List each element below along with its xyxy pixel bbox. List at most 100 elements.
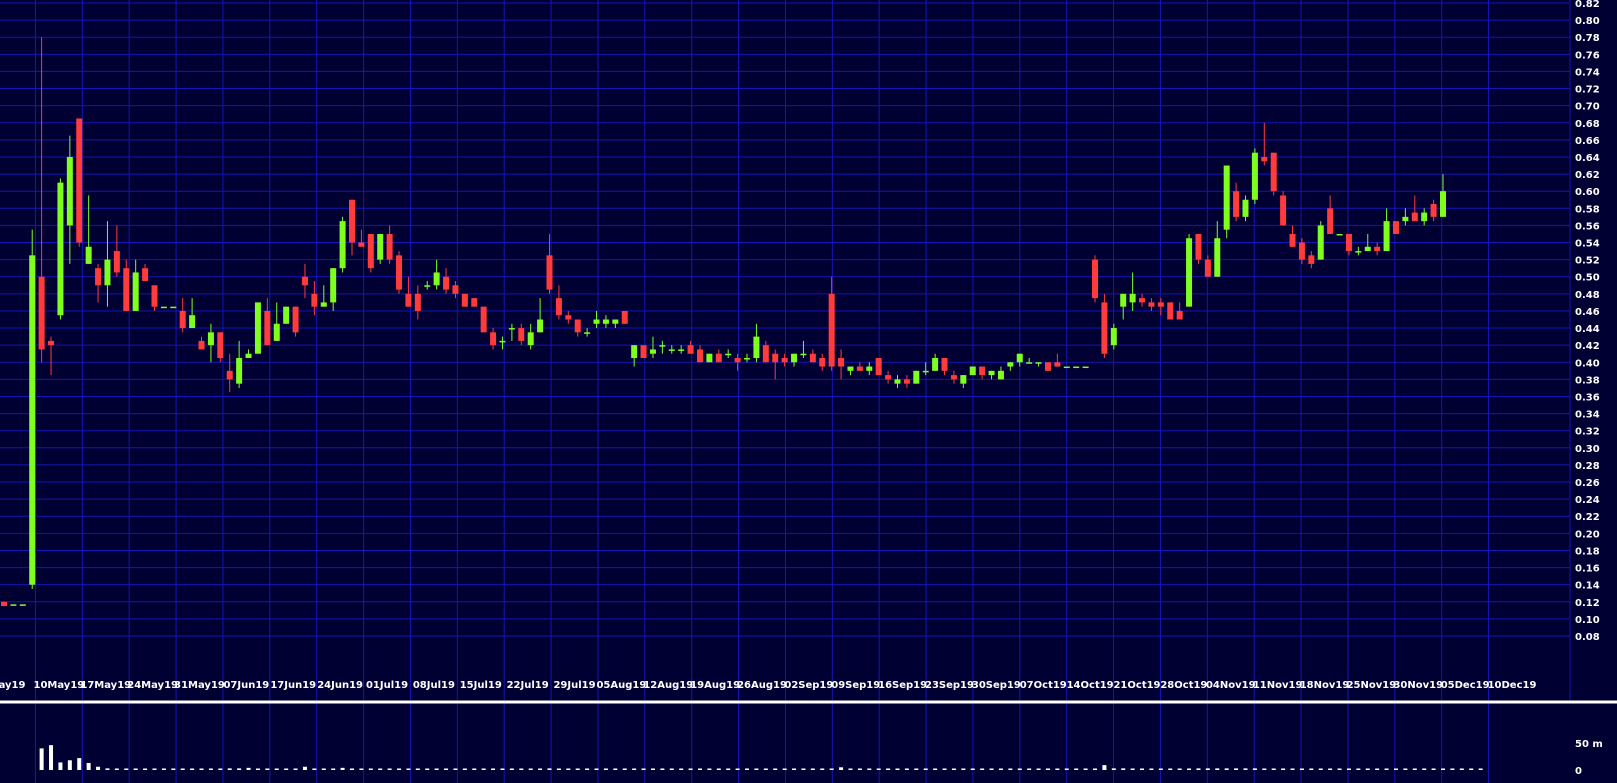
candle-body [198,340,205,350]
volume-bar [1262,768,1267,770]
candle-body [941,357,948,371]
volume-bar [1365,768,1370,770]
volume-bar [415,768,420,770]
volume-tick-label: 50 m [1575,739,1603,750]
price-tick-label: 0.26 [1575,478,1600,489]
candle-body [66,156,73,226]
candle-body [151,285,158,307]
volume-bar [1271,768,1276,770]
candle [1317,221,1324,260]
candle-body [1289,233,1296,247]
date-tick-label: 19Aug19 [690,680,740,691]
candle-body [254,302,261,354]
volume-bar [745,768,750,770]
candle-body [574,319,581,333]
candle-body [828,293,835,367]
volume-bar [1130,768,1135,770]
candle-body [1233,191,1240,217]
volume-bar [274,768,279,770]
candle-body [1251,152,1258,200]
volume-bar [1045,768,1050,770]
volume-bar [735,768,740,770]
volume-bar [321,768,326,770]
candle-body [1035,362,1042,364]
volume-bar [284,768,289,770]
candle-body [744,357,751,360]
date-tick-label: 15Jul19 [460,680,502,691]
candle-body [48,340,55,346]
candle-body [1383,221,1390,252]
candle-body [1,601,7,607]
candle-body [640,345,647,358]
candle-body [471,298,478,307]
candle-body [1063,366,1070,369]
volume-bar [1478,768,1483,770]
volume-bar [171,768,176,770]
volume-bar [1375,768,1380,770]
volume-bar [39,748,44,770]
candle-body [1044,362,1051,371]
date-tick-label: 10May19 [34,680,85,691]
candle-body [875,357,882,376]
candle-body [649,349,656,354]
candle [621,310,628,324]
candle-body [226,370,233,380]
volume-bar [1459,768,1464,770]
volume-bar [86,762,91,770]
volume-bar [378,768,383,770]
candle-body [170,306,177,309]
candle-body [273,323,280,341]
volume-bar [1036,768,1041,770]
volume-bar [58,762,63,770]
candle-body [781,357,788,363]
candle-body [95,268,102,286]
candle [1223,165,1230,239]
volume-bar [425,768,430,770]
candle-body [725,353,732,356]
volume-bar [472,768,477,770]
candle [1195,233,1202,264]
price-tick-label: 0.34 [1575,410,1600,421]
volume-bar [1281,768,1286,770]
volume-bar [839,767,844,770]
candle-body [612,319,619,324]
candle-body [1280,195,1287,226]
volume-bar [980,768,985,770]
candle-body [443,276,450,290]
candle-body [179,310,186,329]
volume-bar [1393,768,1398,770]
volume-bar [105,768,110,770]
candle-body [734,357,741,363]
candlestick-chart: 0.82 0.80 0.78 0.76 0.74 0.72 0.70 0.68 0.66 0.64… [0,0,1617,783]
candle [254,302,261,354]
volume-bar [265,768,270,770]
volume-bar [1149,768,1154,770]
volume-bar [933,768,938,770]
volume-bar [669,768,674,770]
candle-body [1402,216,1409,222]
candle-body [461,293,468,307]
candle-body [311,293,318,307]
candle-body [1129,293,1136,303]
volume-bar [660,768,665,770]
volume-bar [613,768,618,770]
candle [1063,366,1070,369]
date-tick-label: 16Sep19 [878,680,927,691]
volume-bar [67,760,72,770]
candle-body [1214,238,1221,277]
price-tick-label: 0.22 [1575,512,1600,523]
price-tick-label: 0.20 [1575,529,1600,540]
date-tick-label: ay19 [0,680,25,691]
volume-bar [1064,768,1069,770]
volume-bar [961,768,966,770]
volume-bar [1328,768,1333,770]
volume-bar [246,767,251,770]
candle [283,306,290,324]
volume-bar [152,768,157,770]
candle-body [791,353,798,363]
volume-bar [1309,768,1314,770]
volume-bar [462,768,467,770]
date-tick-label: 04Nov19 [1206,680,1256,691]
price-tick-label: 0.40 [1575,358,1600,369]
candle-body [659,345,666,347]
